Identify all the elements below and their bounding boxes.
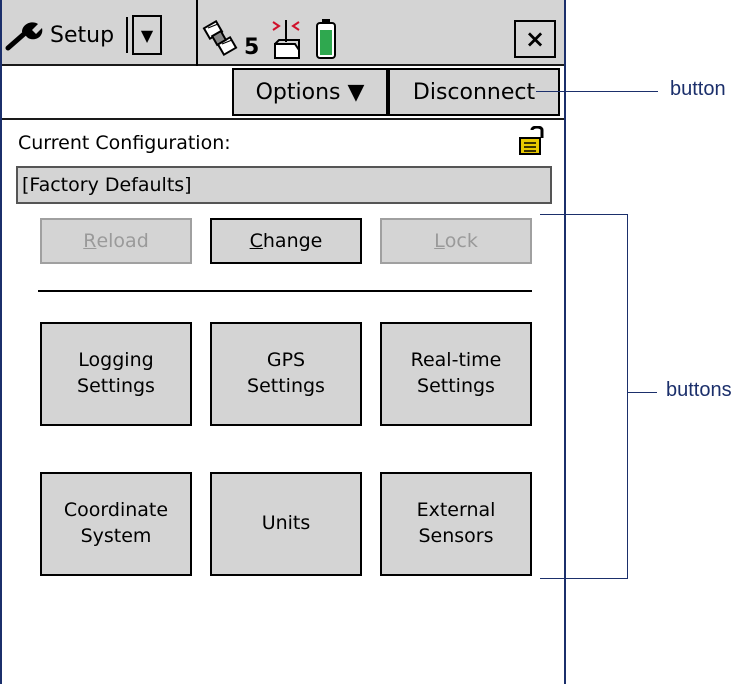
button-label-line1: External	[416, 499, 496, 522]
battery-icon[interactable]	[315, 18, 337, 60]
satellite-count: 5	[244, 35, 260, 60]
reload-label: eload	[96, 230, 149, 252]
app-title: Setup	[50, 22, 115, 48]
button-callout-label: button	[670, 78, 726, 100]
button-label-line1: Units	[261, 512, 311, 535]
gps-settings-button[interactable]: GPS Settings	[210, 322, 362, 426]
title-separator	[126, 17, 129, 53]
close-button[interactable]: ×	[514, 20, 556, 58]
button-callout-line	[536, 91, 658, 92]
current-configuration-label: Current Configuration:	[18, 132, 231, 154]
device-screen: Setup ▼ 5 × Options ▼ Disconnect Current…	[0, 0, 566, 684]
configuration-field: [Factory Defaults]	[16, 166, 552, 204]
chevron-down-icon: ▼	[140, 25, 154, 45]
button-label-line2: System	[80, 525, 152, 547]
frame-right-border	[564, 0, 566, 684]
reload-button[interactable]: Reload	[40, 218, 192, 264]
coordinate-system-button[interactable]: Coordinate System	[40, 472, 192, 576]
external-sensors-button[interactable]: External Sensors	[380, 472, 532, 576]
buttons-bracket-vertical	[627, 214, 628, 578]
title-menu[interactable]: Setup ▼	[4, 12, 163, 58]
status-area: 5	[200, 10, 337, 60]
reload-accelerator: R	[83, 230, 97, 252]
buttons-bracket-top	[540, 214, 628, 215]
wrench-icon	[5, 22, 43, 51]
buttons-callout-label: buttons	[666, 379, 732, 401]
buttons-callout-line	[627, 392, 657, 393]
disconnect-button[interactable]: Disconnect	[388, 68, 560, 116]
button-label-line1: Coordinate	[63, 499, 169, 522]
unlocked-padlock-icon	[519, 126, 544, 155]
change-label: hange	[262, 230, 323, 252]
change-accelerator: C	[249, 230, 263, 252]
button-label-line2: Settings	[77, 375, 155, 397]
title-divider	[196, 0, 198, 66]
lock-accelerator: L	[434, 230, 445, 252]
lock-button[interactable]: Lock	[380, 218, 532, 264]
button-label-line1: Logging	[78, 349, 154, 372]
close-icon: ×	[524, 25, 546, 53]
lock-label: ock	[444, 230, 478, 252]
button-label-line2: Sensors	[418, 525, 494, 547]
antenna-icon[interactable]	[269, 18, 305, 60]
toolbar: Options ▼ Disconnect	[2, 66, 564, 120]
title-bar: Setup ▼ 5 ×	[2, 0, 564, 66]
title-dropdown-button[interactable]: ▼	[132, 15, 163, 55]
button-label-line1: Real-time	[410, 349, 502, 372]
section-divider	[38, 290, 532, 292]
button-label-line2: Settings	[417, 375, 495, 397]
options-button[interactable]: Options ▼	[232, 68, 388, 116]
logging-settings-button[interactable]: Logging Settings	[40, 322, 192, 426]
button-label-line2: Settings	[247, 375, 325, 397]
button-label-line1: GPS	[266, 349, 306, 372]
real-time-settings-button[interactable]: Real-time Settings	[380, 322, 532, 426]
units-button[interactable]: Units	[210, 472, 362, 576]
satellite-icon[interactable]	[200, 20, 240, 60]
buttons-bracket-bottom	[540, 578, 628, 579]
change-button[interactable]: Change	[210, 218, 362, 264]
